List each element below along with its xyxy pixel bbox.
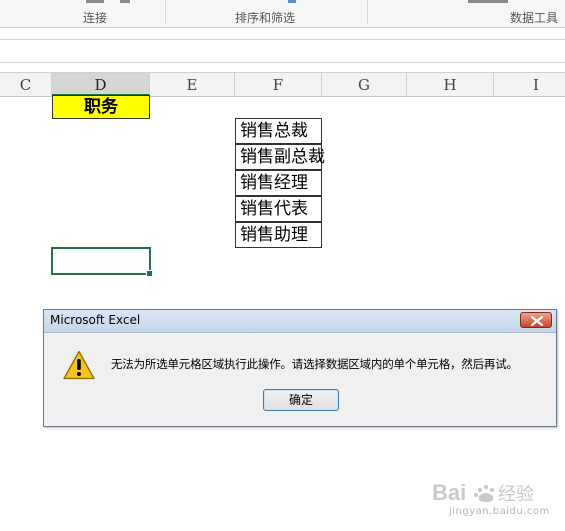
ribbon-separator — [165, 0, 166, 24]
fill-handle[interactable] — [146, 270, 153, 277]
svg-text:Bai: Bai — [432, 480, 466, 505]
cell-d-header[interactable]: 职务 — [52, 95, 150, 119]
cell-f-list-item[interactable]: 销售代表 — [235, 196, 322, 222]
column-headers: C D E F G H I — [0, 72, 565, 97]
cell-f-list-item[interactable]: 销售总裁 — [235, 118, 322, 144]
active-cell-selection[interactable] — [51, 247, 153, 277]
cell-f-list-item[interactable]: 销售副总裁 — [235, 144, 325, 170]
column-header-c[interactable]: C — [0, 73, 52, 96]
ribbon-separator — [367, 0, 368, 24]
formula-bar[interactable] — [0, 39, 565, 63]
ribbon: 连接 排序和筛选 数据工具 — [0, 0, 565, 28]
warning-icon — [63, 350, 95, 380]
dialog-titlebar[interactable]: Microsoft Excel — [44, 310, 556, 333]
ribbon-group-connections[interactable]: 连接 — [83, 9, 107, 26]
ribbon-group-sort-filter[interactable]: 排序和筛选 — [235, 9, 295, 26]
cell-f-list-item[interactable]: 销售助理 — [235, 222, 322, 248]
column-header-h[interactable]: H — [407, 73, 494, 96]
cell-f-list-item[interactable]: 销售经理 — [235, 170, 322, 196]
error-dialog: Microsoft Excel 无法为所选单元格区域执行此操作。请选择数据区域内… — [43, 309, 557, 427]
close-icon — [531, 316, 543, 326]
ribbon-fragment — [86, 0, 104, 3]
column-header-g[interactable]: G — [322, 73, 407, 96]
ribbon-fragment — [288, 0, 296, 3]
dialog-message: 无法为所选单元格区域执行此操作。请选择数据区域内的单个单元格，然后再试。 — [111, 357, 518, 371]
svg-text:经验: 经验 — [498, 484, 534, 505]
ribbon-fragment — [120, 0, 130, 3]
column-header-e[interactable]: E — [150, 73, 235, 96]
baidu-watermark-logo: Bai 经验 — [432, 480, 534, 505]
watermark-url: jingyan.baidu.com — [449, 506, 550, 517]
ribbon-group-data-tools[interactable]: 数据工具 — [510, 9, 558, 26]
column-header-f[interactable]: F — [235, 73, 322, 96]
column-header-i[interactable]: I — [494, 73, 565, 96]
column-header-d[interactable]: D — [52, 73, 150, 96]
close-button[interactable] — [520, 312, 552, 328]
ok-button[interactable]: 确定 — [263, 389, 339, 411]
dialog-title: Microsoft Excel — [50, 313, 141, 327]
ribbon-fragment — [468, 0, 508, 3]
